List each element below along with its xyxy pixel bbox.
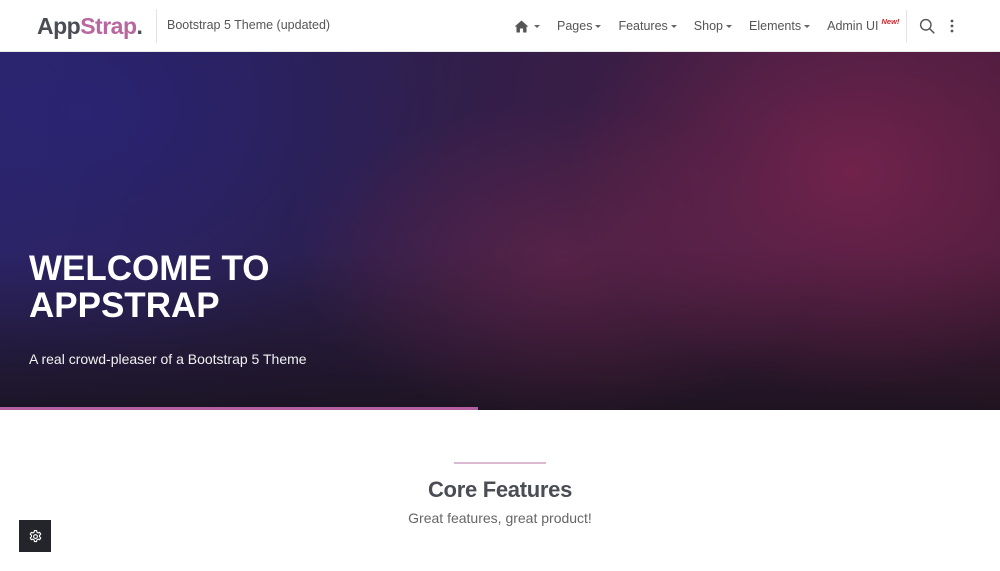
- chevron-down-icon: [670, 25, 677, 28]
- chevron-down-icon: [534, 25, 540, 28]
- hero-subtitle: A real crowd-pleaser of a Bootstrap 5 Th…: [29, 351, 307, 367]
- search-icon: [919, 18, 935, 34]
- section-subtitle: Great features, great product!: [408, 510, 592, 526]
- site-logo[interactable]: AppStrap.: [37, 12, 143, 40]
- nav-divider: [906, 10, 907, 42]
- hero-title: WELCOME TO APPSTRAP: [29, 249, 270, 325]
- gear-icon: [29, 529, 41, 542]
- hero-banner: WELCOME TO APPSTRAP A real crowd-pleaser…: [0, 52, 1000, 410]
- new-badge: New!: [881, 16, 900, 26]
- nav-item-label: Pages: [557, 19, 593, 33]
- hero-progress-bar: [0, 407, 478, 410]
- nav-item-label: Shop: [693, 19, 723, 33]
- nav-item-shop[interactable]: Shop: [694, 19, 732, 33]
- nav-item-admin-ui[interactable]: Admin UI New!: [827, 16, 900, 34]
- nav-item-label: Admin UI: [827, 19, 879, 33]
- logo-text-strap: Strap: [80, 13, 137, 39]
- chevron-down-icon: [804, 25, 811, 28]
- home-icon: [514, 20, 529, 32]
- more-vertical-icon: [950, 19, 954, 33]
- nav-item-label: Features: [618, 19, 668, 33]
- site-tagline: Bootstrap 5 Theme (updated): [167, 18, 331, 32]
- main-nav: Pages Features Shop Elements Admin UI Ne…: [514, 0, 916, 52]
- nav-item-pages[interactable]: Pages: [557, 19, 602, 33]
- logo-dot: .: [136, 13, 143, 39]
- nav-item-home[interactable]: [514, 20, 540, 33]
- section-title: Core Features: [427, 477, 573, 502]
- settings-button[interactable]: [19, 520, 51, 552]
- site-header: AppStrap. Bootstrap 5 Theme (updated) Pa…: [0, 0, 1000, 52]
- nav-item-label: Elements: [749, 19, 802, 33]
- section-accent-line: [454, 462, 546, 464]
- search-button[interactable]: [918, 17, 936, 35]
- chevron-down-icon: [726, 25, 732, 28]
- nav-item-features[interactable]: Features: [618, 19, 677, 33]
- nav-item-elements[interactable]: Elements: [749, 19, 811, 33]
- logo-text-app: App: [37, 13, 81, 39]
- chevron-down-icon: [595, 25, 602, 28]
- more-menu-button[interactable]: [946, 17, 958, 35]
- brand-divider: [156, 9, 157, 43]
